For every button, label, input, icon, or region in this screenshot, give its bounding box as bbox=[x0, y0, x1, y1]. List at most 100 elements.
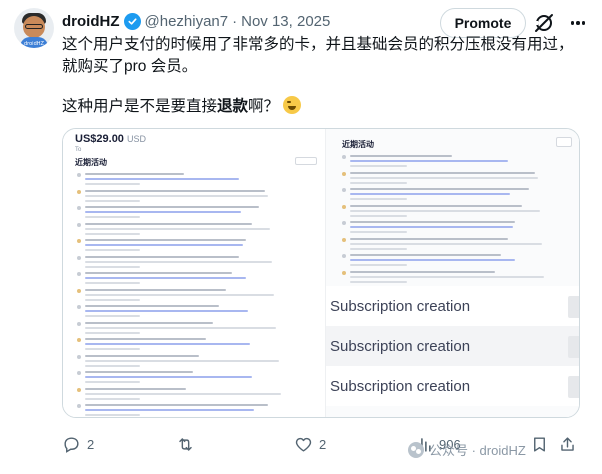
activity-row-line bbox=[350, 280, 407, 283]
activity-row-dot bbox=[342, 254, 346, 258]
activity-row-line bbox=[85, 249, 140, 251]
payment-sub: To bbox=[75, 147, 82, 153]
activity-row-line bbox=[85, 321, 213, 324]
activity-row-line bbox=[85, 354, 200, 357]
payment-amount: US$29.00 USD bbox=[75, 133, 147, 145]
activity-row-line bbox=[85, 255, 239, 258]
activity-row-line bbox=[85, 371, 193, 373]
more-icon[interactable] bbox=[566, 11, 590, 35]
activity-row-line bbox=[85, 397, 140, 400]
stripe-activity-panel: 近期活动 Subscription creation Subscription … bbox=[325, 129, 579, 417]
activity-row-line bbox=[85, 178, 239, 180]
activity-row-dot bbox=[77, 354, 81, 359]
rolling-on-floor-laughing-emoji-icon bbox=[283, 96, 302, 114]
reply-button[interactable]: 2 bbox=[62, 432, 94, 456]
activity-row-line bbox=[350, 254, 502, 256]
activity-row-line bbox=[85, 364, 140, 367]
activity-row-dot bbox=[77, 239, 81, 243]
share-icon bbox=[561, 436, 574, 451]
subscription-row: Subscription creation bbox=[326, 366, 579, 406]
watermark-text: 公众号 · droidHZ bbox=[429, 443, 526, 458]
activity-row-dot bbox=[77, 222, 81, 227]
activity-row-line bbox=[85, 288, 226, 291]
activity-row-line bbox=[85, 194, 268, 197]
activity-row-line bbox=[85, 232, 140, 235]
activity-row-line bbox=[350, 275, 545, 278]
activity-row-line bbox=[85, 338, 206, 340]
activity-row-line bbox=[85, 315, 140, 317]
activity-row-dot bbox=[342, 270, 346, 275]
activity-row-dot bbox=[342, 204, 346, 209]
activity-row-line bbox=[85, 376, 253, 378]
activity-row-line bbox=[350, 226, 513, 228]
activity-row-line bbox=[350, 171, 536, 174]
bookmark-icon bbox=[534, 436, 545, 452]
activity-row-dot bbox=[77, 206, 81, 210]
activity-row-line bbox=[85, 310, 248, 312]
activity-row-line bbox=[350, 181, 407, 184]
activity-row-line bbox=[350, 264, 407, 266]
activity-row-line bbox=[85, 199, 140, 202]
like-button[interactable]: 2 bbox=[294, 432, 326, 456]
activity-row-dot bbox=[342, 171, 346, 176]
activity-row-line bbox=[85, 282, 140, 284]
activity-row-line bbox=[350, 221, 515, 223]
verified-badge-icon bbox=[123, 12, 141, 30]
activity-row-line bbox=[85, 227, 270, 230]
retweet-icon bbox=[179, 437, 192, 451]
activity-row-line bbox=[85, 343, 250, 345]
author-handle[interactable]: @hezhiyan7 bbox=[145, 13, 229, 30]
activity-row-line bbox=[85, 206, 259, 208]
activity-row-line bbox=[85, 387, 187, 390]
activity-row-line bbox=[85, 239, 246, 241]
activity-row-dot bbox=[77, 189, 81, 194]
activity-row-line bbox=[350, 188, 529, 190]
retweet-button[interactable] bbox=[176, 432, 201, 456]
activity-row-line bbox=[85, 359, 279, 362]
activity-row-line bbox=[85, 293, 275, 296]
activity-row-line bbox=[85, 348, 140, 350]
activity-row-dot bbox=[77, 387, 81, 392]
activity-row-dot bbox=[77, 305, 81, 309]
activity-row-line bbox=[350, 209, 540, 212]
activity-row-line bbox=[85, 216, 140, 218]
subscription-row: Subscription creation bbox=[326, 286, 579, 326]
left-panel-button[interactable] bbox=[295, 157, 317, 165]
activity-row-line bbox=[85, 409, 255, 411]
activity-row-line bbox=[85, 173, 184, 175]
activity-row-line bbox=[85, 305, 220, 307]
activity-row-line bbox=[85, 272, 233, 274]
left-activity-title: 近期活动 bbox=[75, 158, 107, 167]
activity-row-dot bbox=[342, 221, 346, 225]
activity-row-line bbox=[350, 270, 495, 273]
activity-row-line bbox=[85, 183, 140, 185]
activity-row-line bbox=[350, 198, 407, 200]
tweet-media-image[interactable]: US$29.00 USD To 近期活动 近期活动 Subscription c… bbox=[62, 128, 580, 418]
activity-row-dot bbox=[77, 288, 81, 293]
grok-icon[interactable] bbox=[532, 11, 556, 35]
author-name[interactable]: droidHZ bbox=[62, 13, 120, 30]
tweet-date[interactable]: Nov 13, 2025 bbox=[241, 13, 330, 30]
activity-row-line bbox=[85, 326, 277, 329]
bookmark-button[interactable] bbox=[530, 432, 549, 456]
activity-row-dot bbox=[77, 371, 81, 375]
subscription-row: Subscription creation bbox=[326, 326, 579, 366]
activity-row-dot bbox=[77, 255, 81, 260]
activity-row-dot bbox=[342, 188, 346, 192]
like-count: 2 bbox=[319, 436, 327, 452]
avatar[interactable]: droidHZ bbox=[14, 8, 54, 48]
activity-row-dot bbox=[342, 155, 346, 159]
reply-count: 2 bbox=[87, 436, 95, 452]
share-button[interactable] bbox=[558, 432, 577, 456]
activity-row-line bbox=[350, 176, 538, 179]
right-panel-button[interactable] bbox=[556, 137, 572, 147]
activity-row-line bbox=[350, 242, 543, 245]
activity-row-dot bbox=[77, 338, 81, 342]
activity-row-line bbox=[85, 244, 244, 246]
tweet: droidHZ droidHZ @hezhiyan7 · Nov 13, 202… bbox=[0, 0, 602, 474]
activity-row-line bbox=[85, 222, 253, 225]
wechat-icon bbox=[408, 441, 424, 458]
activity-row-line bbox=[350, 231, 407, 233]
header-separator: · bbox=[232, 12, 238, 30]
activity-row-line bbox=[350, 165, 407, 167]
